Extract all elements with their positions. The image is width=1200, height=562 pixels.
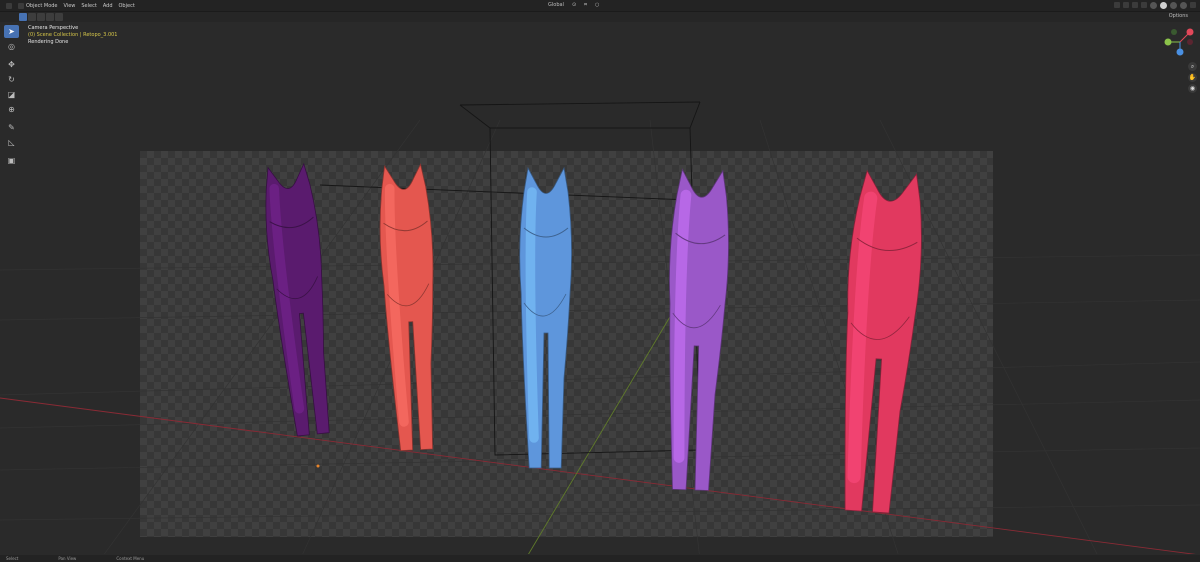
transform-tool[interactable]: ⊕ xyxy=(4,103,19,116)
menu-add-label: Add xyxy=(102,2,113,9)
transform-orientation[interactable]: Global xyxy=(548,2,564,8)
select-invert-icon[interactable] xyxy=(46,13,54,21)
header-bar: Object Mode View Select Add Object Globa… xyxy=(0,0,1200,12)
annotate-icon: ✎ xyxy=(8,123,15,132)
select-intersect-icon[interactable] xyxy=(55,13,63,21)
render-status: Rendering Done xyxy=(28,39,69,45)
floor-grid xyxy=(0,119,1200,554)
camera-view-icon[interactable]: ◉ xyxy=(1188,84,1197,93)
scale-tool[interactable]: ◪ xyxy=(4,88,19,101)
status-select: Select xyxy=(6,556,19,561)
transform-controls: Global ⊙ ⌗ ○ xyxy=(548,2,599,8)
suit-violet[interactable] xyxy=(662,168,731,491)
rotate-tool[interactable]: ↻ xyxy=(4,73,19,86)
select-mode-group xyxy=(19,13,63,21)
suit-blue-highlight xyxy=(525,187,539,443)
menu-object[interactable]: Object xyxy=(119,3,135,9)
move-icon: ✥ xyxy=(8,60,15,69)
suit-pink[interactable] xyxy=(832,169,927,514)
3d-cursor-icon: ◎ xyxy=(8,42,15,51)
status-bar: Select Pan View Context Menu xyxy=(0,555,1200,562)
shading-controls xyxy=(1114,2,1196,9)
cursor-tool[interactable]: ◎ xyxy=(4,40,19,53)
active-collection: (0) Scene Collection | Retopo_3.001 xyxy=(28,32,118,38)
zoom-icon[interactable]: ⌕ xyxy=(1188,62,1197,71)
menu-view[interactable]: View xyxy=(64,3,76,9)
origin-point xyxy=(316,464,320,468)
measure-icon: ◺ xyxy=(8,138,15,147)
wireframe-shading-icon[interactable] xyxy=(1150,2,1157,9)
tool-header: Options xyxy=(0,12,1200,22)
axis-gizmo[interactable] xyxy=(1160,22,1200,62)
suit-blue[interactable] xyxy=(519,166,572,469)
move-tool[interactable]: ✥ xyxy=(4,58,19,71)
menu-select[interactable]: Select xyxy=(81,3,96,9)
toolbar: ➤ ◎ ✥ ↻ ◪ ⊕ ✎ ◺ ▣ xyxy=(4,25,20,169)
suit-coral[interactable] xyxy=(376,163,443,452)
y-axis-handle[interactable] xyxy=(1164,38,1172,46)
cursor-icon: ➤ xyxy=(8,27,15,36)
scale-icon: ◪ xyxy=(7,90,16,99)
suit-violet-mesh[interactable] xyxy=(662,168,731,491)
menu-add[interactable]: Add xyxy=(103,3,113,9)
view3d-icon xyxy=(6,2,12,9)
xray-icon[interactable] xyxy=(1141,2,1147,8)
menu-select-label: Select xyxy=(81,2,97,9)
shading-dropdown-icon[interactable] xyxy=(1190,2,1196,8)
gizmo-toggle-icon[interactable] xyxy=(1123,2,1129,8)
annotate-tool[interactable]: ✎ xyxy=(4,121,19,134)
pan-hand-icon[interactable]: ✋ xyxy=(1188,73,1197,82)
3d-viewport[interactable] xyxy=(0,22,1200,554)
scene-canvas[interactable] xyxy=(0,22,1200,554)
x-axis-line xyxy=(0,397,1196,554)
editor-type-button[interactable] xyxy=(6,2,12,9)
status-pan: Pan View xyxy=(58,556,77,561)
object-mode-icon xyxy=(18,2,24,9)
x-axis-handle[interactable] xyxy=(1186,28,1194,36)
solid-shading-icon[interactable] xyxy=(1160,2,1167,9)
select-extend-icon[interactable] xyxy=(28,13,36,21)
mode-selector[interactable]: Object Mode xyxy=(18,2,58,9)
mode-label: Object Mode xyxy=(26,2,58,9)
select-subtract-icon[interactable] xyxy=(37,13,45,21)
neg-x-handle[interactable] xyxy=(1187,39,1193,45)
view-name: Camera Perspective xyxy=(28,25,79,31)
options-dropdown[interactable]: Options xyxy=(1169,13,1188,19)
add-cube-tool[interactable]: ▣ xyxy=(4,154,19,167)
camera-object[interactable] xyxy=(319,101,701,456)
menu-view-label: View xyxy=(63,2,76,9)
status-context-menu: Context Menu xyxy=(116,556,145,561)
suit-purple-dark[interactable] xyxy=(260,162,340,437)
cube-icon: ▣ xyxy=(7,156,16,165)
z-axis-handle[interactable] xyxy=(1176,48,1184,56)
measure-tool[interactable]: ◺ xyxy=(4,136,19,149)
viewport-info: Camera Perspective (0) Scene Collection … xyxy=(28,25,118,46)
menu-object-label: Object xyxy=(118,2,135,9)
select-box-tool[interactable]: ➤ xyxy=(4,25,19,38)
overlay-toggle-icon[interactable] xyxy=(1132,2,1138,8)
navigation-gizmo[interactable]: ⌕ ✋ ◉ xyxy=(1160,22,1200,102)
pivot-icon[interactable]: ⊙ xyxy=(572,2,576,8)
snap-icon[interactable]: ⌗ xyxy=(584,2,587,8)
suit-pink-mesh[interactable] xyxy=(832,169,927,514)
neg-y-handle[interactable] xyxy=(1171,29,1177,35)
material-shading-icon[interactable] xyxy=(1170,2,1177,9)
select-new-icon[interactable] xyxy=(19,13,27,21)
rendered-shading-icon[interactable] xyxy=(1180,2,1187,9)
proportional-edit-icon[interactable]: ○ xyxy=(595,2,599,8)
rotate-icon: ↻ xyxy=(8,75,15,84)
transform-icon: ⊕ xyxy=(8,105,15,114)
visibility-icon[interactable] xyxy=(1114,2,1120,8)
